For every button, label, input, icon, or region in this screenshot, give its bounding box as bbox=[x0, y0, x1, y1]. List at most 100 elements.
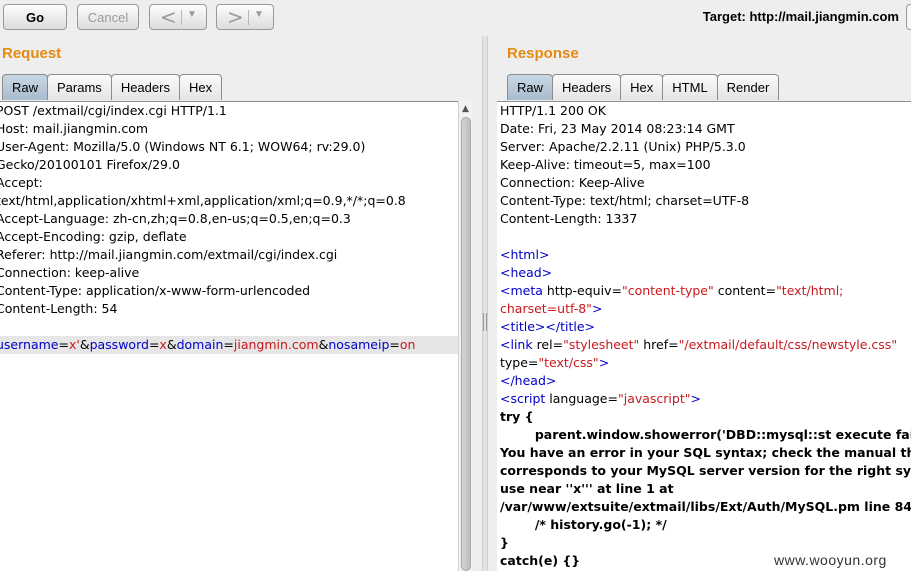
button-divider bbox=[181, 10, 182, 25]
request-body-line: username=x'&password=x&domain=jiangmin.c… bbox=[0, 336, 458, 354]
scroll-up-arrow-icon[interactable]: ▲ bbox=[460, 104, 471, 114]
request-tab-hex[interactable]: Hex bbox=[178, 74, 223, 100]
response-tab-render[interactable]: Render bbox=[716, 74, 780, 100]
request-line bbox=[0, 318, 458, 336]
script-line: corresponds to your MySQL server version… bbox=[500, 463, 911, 478]
param-value: x bbox=[159, 337, 167, 352]
html-line: charset=utf-8"> bbox=[497, 300, 911, 318]
request-line: Connection: keep-alive bbox=[0, 265, 140, 280]
html-attr-value: "/extmail/default/css/newstyle.css" bbox=[678, 337, 898, 352]
script-line: /* history.go(-1); */ bbox=[500, 517, 667, 532]
response-tabs: Raw Headers Hex HTML Render bbox=[507, 74, 780, 100]
param-value: on bbox=[399, 337, 416, 352]
response-title: Response bbox=[507, 45, 579, 62]
html-line: type="text/css"> bbox=[497, 354, 911, 372]
html-line: <meta http-equiv="content-type" content=… bbox=[497, 282, 911, 300]
script-line: parent.window.showerror('DBD::mysql::st … bbox=[500, 427, 911, 442]
request-line: POST /extmail/cgi/index.cgi HTTP/1.1 bbox=[0, 103, 227, 118]
back-button[interactable]: < ▼ bbox=[149, 4, 207, 30]
response-header-line: Keep-Alive: timeout=5, max=100 bbox=[500, 157, 711, 172]
html-attr: language= bbox=[545, 391, 618, 406]
script-line: try { bbox=[500, 409, 534, 424]
response-viewer[interactable]: HTTP/1.1 200 OK Date: Fri, 23 May 2014 0… bbox=[497, 101, 911, 571]
request-line: Host: mail.jiangmin.com bbox=[0, 121, 149, 136]
forward-button[interactable]: > ▼ bbox=[216, 4, 274, 30]
html-attr: rel= bbox=[532, 337, 564, 352]
html-tag: <html> bbox=[500, 247, 550, 262]
response-header-line: Content-Type: text/html; charset=UTF-8 bbox=[500, 193, 750, 208]
target-edit-button[interactable] bbox=[906, 4, 911, 30]
html-attr: content= bbox=[713, 283, 777, 298]
html-attr: http-equiv= bbox=[542, 283, 622, 298]
response-header-line: Content-Length: 1337 bbox=[500, 211, 638, 226]
script-line: You have an error in your SQL syntax; ch… bbox=[500, 445, 911, 460]
html-tag: <head> bbox=[500, 265, 553, 280]
response-tab-raw[interactable]: Raw bbox=[507, 74, 554, 100]
response-header-line: Connection: Keep-Alive bbox=[500, 175, 645, 190]
request-line: Accept: bbox=[0, 175, 43, 190]
response-tab-headers[interactable]: Headers bbox=[552, 74, 622, 100]
request-tab-raw[interactable]: Raw bbox=[2, 74, 49, 100]
request-line: Referer: http://mail.jiangmin.com/extmai… bbox=[0, 247, 338, 262]
html-tag: <script bbox=[500, 391, 546, 406]
forward-arrow-icon: > bbox=[227, 5, 244, 29]
back-history-dropdown-icon[interactable]: ▼ bbox=[187, 9, 197, 20]
html-attr-value: charset=utf-8" bbox=[500, 301, 592, 316]
scrollbar-thumb[interactable] bbox=[461, 117, 471, 571]
html-tag: > bbox=[598, 355, 610, 370]
response-header-line: Server: Apache/2.2.11 (Unix) PHP/5.3.0 bbox=[500, 139, 746, 154]
html-tag: <meta bbox=[500, 283, 543, 298]
button-divider bbox=[248, 10, 249, 25]
request-line: Content-Type: application/x-www-form-url… bbox=[0, 283, 311, 298]
html-attr-value: "content-type" bbox=[621, 283, 714, 298]
html-attr: type= bbox=[500, 355, 539, 370]
request-tab-headers[interactable]: Headers bbox=[110, 74, 180, 100]
html-attr: href= bbox=[639, 337, 679, 352]
request-line: Content-Length: 54 bbox=[0, 301, 118, 316]
html-attr-value: "text/html; bbox=[776, 283, 844, 298]
request-scrollbar[interactable]: ▲ bbox=[458, 101, 472, 571]
cancel-button[interactable]: Cancel bbox=[77, 4, 139, 30]
splitter-grip-icon[interactable] bbox=[483, 313, 487, 331]
response-tab-html[interactable]: HTML bbox=[662, 74, 718, 100]
script-line: /var/www/extsuite/extmail/libs/Ext/Auth/… bbox=[500, 499, 911, 514]
html-line: </head> bbox=[497, 372, 911, 390]
html-line: <html> bbox=[497, 246, 911, 264]
html-tag: </head> bbox=[500, 373, 557, 388]
param-value: x' bbox=[68, 337, 80, 352]
param-name: nosameip bbox=[328, 337, 390, 352]
request-editor[interactable]: POST /extmail/cgi/index.cgi HTTP/1.1 Hos… bbox=[0, 101, 458, 571]
html-tag: > bbox=[690, 391, 701, 406]
param-name: password bbox=[89, 337, 149, 352]
request-tab-params[interactable]: Params bbox=[47, 74, 112, 100]
request-tabs: Raw Params Headers Hex bbox=[2, 74, 223, 100]
response-header-line bbox=[497, 228, 911, 246]
html-tag: > bbox=[591, 301, 603, 316]
html-line: <link rel="stylesheet" href="/extmail/de… bbox=[497, 336, 911, 354]
go-button[interactable]: Go bbox=[3, 4, 67, 30]
request-title: Request bbox=[2, 45, 62, 62]
html-attr-value: "text/css" bbox=[538, 355, 599, 370]
param-name: domain bbox=[176, 337, 224, 352]
panel-splitter[interactable] bbox=[482, 36, 488, 571]
request-line: User-Agent: Mozilla/5.0 (Windows NT 6.1;… bbox=[0, 139, 366, 154]
html-attr-value: "stylesheet" bbox=[563, 337, 640, 352]
param-value: jiangmin.com bbox=[233, 337, 319, 352]
script-line: use near ''x''' at line 1 at bbox=[500, 481, 674, 496]
response-tab-hex[interactable]: Hex bbox=[620, 74, 664, 100]
html-tag: <title></title> bbox=[500, 319, 595, 334]
forward-history-dropdown-icon[interactable]: ▼ bbox=[254, 9, 264, 20]
watermark: www.wooyun.org bbox=[772, 552, 889, 568]
response-header-line: HTTP/1.1 200 OK bbox=[500, 103, 606, 118]
back-arrow-icon: < bbox=[160, 5, 177, 29]
response-header-line: Date: Fri, 23 May 2014 08:23:14 GMT bbox=[500, 121, 735, 136]
html-line: <script language="javascript"> bbox=[497, 390, 911, 408]
html-line: <head> bbox=[497, 264, 911, 282]
request-line: Accept-Encoding: gzip, deflate bbox=[0, 229, 187, 244]
request-line: Accept-Language: zh-cn,zh;q=0.8,en-us;q=… bbox=[0, 211, 351, 226]
html-line: <title></title> bbox=[497, 318, 911, 336]
html-attr-value: "javascript" bbox=[617, 391, 691, 406]
html-tag: <link bbox=[500, 337, 533, 352]
param-name: username bbox=[0, 337, 59, 352]
target-url[interactable]: Target: http://mail.jiangmin.com bbox=[703, 9, 899, 24]
